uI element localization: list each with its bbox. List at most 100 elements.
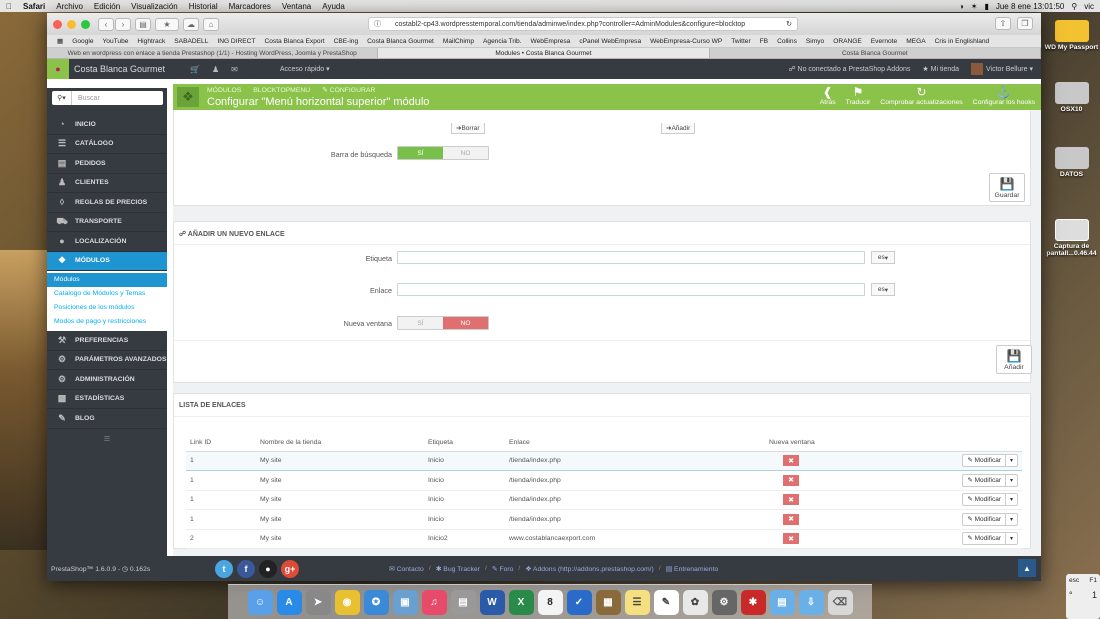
pages-icon[interactable]: ✓ [566, 589, 592, 615]
address-bar[interactable]: ⓘ costabl2-cp43.wordpresstemporal.com/ti… [368, 17, 798, 31]
toggle-yes[interactable]: SÍ [398, 317, 443, 329]
modify-button[interactable]: ✎ Modificar ▾ [962, 454, 1018, 468]
icloud-icon[interactable]: ☁ [183, 17, 199, 31]
trash-icon[interactable]: ⌫ [827, 589, 853, 615]
cell-link[interactable]: www.costablancaexport.com [505, 529, 765, 549]
bookmark-sabadell[interactable]: SABADELL [174, 38, 208, 45]
bookmark-google[interactable]: Google [72, 38, 93, 45]
table-row[interactable]: 1 My site Inicio /tienda/index.php ✖ ✎ M… [186, 490, 1022, 510]
chevron-down-icon[interactable]: ▾ [1006, 477, 1017, 484]
back-icon[interactable]: ‹ [98, 17, 114, 31]
bookmark-mega[interactable]: MEGA [906, 38, 925, 45]
disabled-x-icon[interactable]: ✖ [783, 455, 799, 467]
photos-icon[interactable]: ✿ [682, 589, 708, 615]
minimize-window-icon[interactable] [67, 19, 76, 29]
menu-marcadores[interactable]: Marcadores [229, 2, 271, 11]
modify-button[interactable]: ✎ Modificar ▾ [962, 512, 1018, 526]
preview-icon[interactable]: ▣ [392, 589, 418, 615]
downloads-icon[interactable]: ⇩ [798, 589, 824, 615]
footer-entrenamiento[interactable]: ▤ Entrenamiento [666, 565, 719, 573]
footer-contacto[interactable]: ✉ Contacto [389, 565, 424, 573]
cell-link[interactable]: /tienda/index.php [505, 490, 765, 510]
spotlight-icon[interactable]: ⚲ [1071, 2, 1077, 11]
notebook-icon[interactable]: ▦ [595, 589, 621, 615]
app-store-icon[interactable]: A [276, 589, 302, 615]
toggle-no[interactable]: NO [443, 317, 488, 329]
share-icon[interactable]: ⇧ [995, 17, 1011, 30]
menu-archivo[interactable]: Archivo [56, 2, 83, 11]
cell-link[interactable]: /tienda/index.php [505, 450, 765, 471]
sidebar-item-blog[interactable]: ✎ Blog [47, 409, 167, 429]
menu-edicion[interactable]: Edición [94, 2, 120, 11]
disabled-x-icon[interactable]: ✖ [783, 513, 799, 525]
toggle-yes[interactable]: SÍ [398, 147, 443, 159]
bookmark-cris[interactable]: Cris in Englishland [935, 38, 990, 45]
forward-icon[interactable]: › [115, 17, 131, 31]
etiqueta-input[interactable] [397, 251, 865, 264]
submenu-pago[interactable]: Modos de pago y restricciones [47, 315, 167, 329]
itunes-icon[interactable]: ♫ [421, 589, 447, 615]
etiqueta-lang-select[interactable]: es ▾ [871, 251, 895, 264]
tab-shop[interactable]: Costa Blanca Gourmet [710, 48, 1041, 58]
add-link-button[interactable]: 💾 Añadir [996, 345, 1032, 374]
borrar-button[interactable]: ➜ Borrar [451, 123, 485, 134]
menu-historial[interactable]: Historial [189, 2, 218, 11]
bookmark-hightrack[interactable]: Hightrack [137, 38, 165, 45]
table-row[interactable]: 1 My site Inicio /tienda/index.php ✖ ✎ M… [186, 509, 1022, 530]
system-preferences-icon[interactable]: ⚙ [711, 589, 737, 615]
sidebar-icon[interactable]: ▤ [135, 17, 151, 31]
disabled-x-icon[interactable]: ✖ [783, 533, 799, 545]
sidebar-item-modulos[interactable]: ❖ Módulos [47, 251, 167, 271]
collapse-menu-icon[interactable]: ≡ [47, 429, 167, 449]
breadcrumb-blocktopmenu[interactable]: blocktopmenu [253, 87, 310, 94]
home-icon[interactable]: ⌂ [203, 17, 219, 31]
sidebar-item-preferencias[interactable]: ⚒ Preferencias [47, 331, 167, 351]
search-icon[interactable]: ⚲▾ [52, 91, 72, 105]
translate-button[interactable]: ⚑ Traducir [846, 85, 871, 106]
submenu-modulos[interactable]: Módulos [47, 273, 167, 287]
check-updates-button[interactable]: ↻ Comprobar actualizaciones [880, 85, 962, 106]
desktop-icon-datos[interactable]: DATOS [1043, 147, 1100, 178]
sidebar-item-inicio[interactable]: ◔ Inicio [47, 115, 167, 135]
sidebar-item-reglas[interactable]: ◊ Reglas de precios [47, 193, 167, 213]
search-input[interactable]: Buscar [78, 95, 100, 102]
my-shop-link[interactable]: ★ Mi tienda [922, 65, 959, 73]
bluetooth-icon[interactable]: ✶ [971, 2, 978, 11]
disabled-x-icon[interactable]: ✖ [783, 474, 799, 486]
sidebar-item-pedidos[interactable]: ▤ Pedidos [47, 154, 167, 174]
bookmark-webempresa[interactable]: WebEmpresa [531, 38, 571, 45]
hooks-button[interactable]: ⚓ Configurar los hooks [973, 85, 1035, 106]
disabled-x-icon[interactable]: ✖ [783, 494, 799, 506]
modify-button[interactable]: ✎ Modificar ▾ [962, 532, 1018, 546]
footer-bug-tracker[interactable]: ✱ Bug Tracker [436, 565, 480, 573]
chrome-icon[interactable]: ◉ [334, 589, 360, 615]
cell-link[interactable]: /tienda/index.php [505, 509, 765, 530]
bookmark-youtube[interactable]: YouTube [103, 38, 129, 45]
sidebar-item-catalogo[interactable]: ☰ Catálogo [47, 135, 167, 154]
toggle-no[interactable]: NO [443, 147, 488, 159]
menu-ayuda[interactable]: Ayuda [322, 2, 345, 11]
desktop-icon-capture[interactable]: Captura de pantall...0.46.44 [1043, 219, 1100, 257]
menubar-user[interactable]: vic [1084, 2, 1094, 11]
google-plus-icon[interactable]: g+ [281, 559, 299, 578]
footer-foro[interactable]: ✎ Foro [492, 565, 514, 573]
notes-icon[interactable]: ☰ [624, 589, 650, 615]
desktop-icon-osx10[interactable]: OSX10 [1043, 82, 1100, 113]
apple-menu-icon[interactable]:  [6, 2, 12, 11]
bookmark-ing[interactable]: ING DIRECT [217, 38, 255, 45]
table-row[interactable]: 2 My site Inicio2 www.costablancaexport.… [186, 529, 1022, 549]
user-menu[interactable]: Victor Bellure ▾ [971, 63, 1033, 75]
modify-button[interactable]: ✎ Modificar ▾ [962, 493, 1018, 507]
keyboard-viewer[interactable]: esc F1 ° 1 [1066, 574, 1100, 619]
bookmark-twitter[interactable]: Twitter [731, 38, 750, 45]
chevron-down-icon[interactable]: ▾ [1006, 457, 1017, 464]
bookmark-cbeing[interactable]: CBE-ing [334, 38, 359, 45]
tab-modules[interactable]: Modules • Costa Blanca Gourmet [378, 48, 710, 58]
cart-icon[interactable]: 🛒 [190, 65, 200, 74]
save-button[interactable]: 💾 Guardar [989, 173, 1025, 202]
bookmark-orange[interactable]: ORANGE [833, 38, 862, 45]
calendar-icon[interactable]: 8 [537, 589, 563, 615]
word-icon[interactable]: W [479, 589, 505, 615]
top-sites-icon[interactable]: ★ [155, 17, 179, 31]
cell-link[interactable]: /tienda/index.php [505, 470, 765, 491]
